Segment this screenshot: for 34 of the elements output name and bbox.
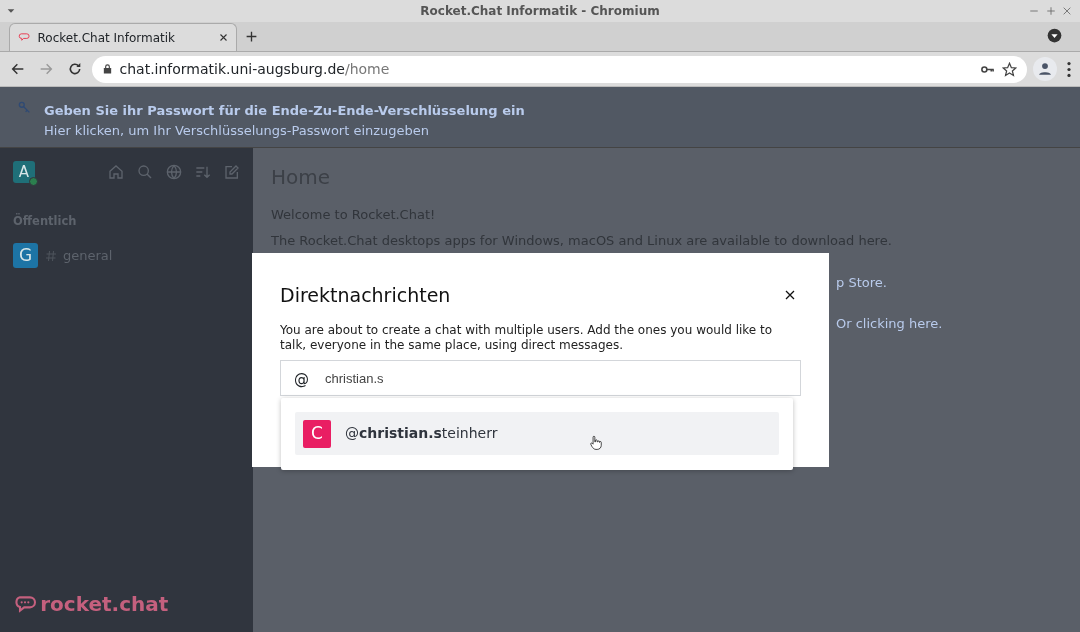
tab-title: Rocket.Chat Informatik [37,29,176,47]
browser-tab[interactable]: Rocket.Chat Informatik [9,23,237,51]
hash-icon [44,249,57,262]
paragraph: p Store. [836,273,887,292]
back-icon [9,61,26,77]
key-icon [18,101,31,114]
room-avatar: G [13,243,38,269]
paragraph: Or clicking here. [836,315,943,333]
more-icon [1066,61,1071,77]
dialog-description: You are about to create a chat with multiple users. Add the ones you would like to talk, everyone in the same place, using direct messages. [280,322,774,354]
tab-menu-icon[interactable] [1047,28,1062,43]
user-avatar[interactable]: A [13,161,35,183]
dialog-title: Direktnachrichten [280,283,451,308]
at-prefix: @ [294,369,309,391]
close-icon [784,289,796,302]
chat-bubble-icon [13,594,37,614]
logo-text: rocket.chat [40,591,169,618]
close-icon[interactable] [219,33,228,42]
address-bar[interactable]: chat.informatik.uni-augsburg.de/home [92,55,1027,83]
chat-bubble-icon [18,32,31,43]
lock-icon [102,63,113,75]
banner-link[interactable]: Hier klicken, um Ihr Verschlüsselungs-Passwort einzugeben [44,120,525,140]
person-icon [1038,62,1052,76]
url-text: chat.informatik.uni-augsburg.de/home [119,59,391,79]
suggestion-item[interactable]: C @christian.steinherr [295,412,779,455]
forward-icon [38,61,54,77]
star-icon[interactable] [1001,61,1017,77]
window-title: Rocket.Chat Informatik - Chromium [420,3,660,20]
user-avatar: C [303,419,331,448]
profile-button[interactable] [1033,57,1057,81]
new-tab-icon[interactable] [245,30,258,43]
username: @christian.steinherr [345,424,498,443]
hand-cursor-icon [589,435,603,451]
banner-title: Geben Sie ihr Passwort für die Ende-Zu-Ende-Verschlüsselung ein [44,102,525,120]
